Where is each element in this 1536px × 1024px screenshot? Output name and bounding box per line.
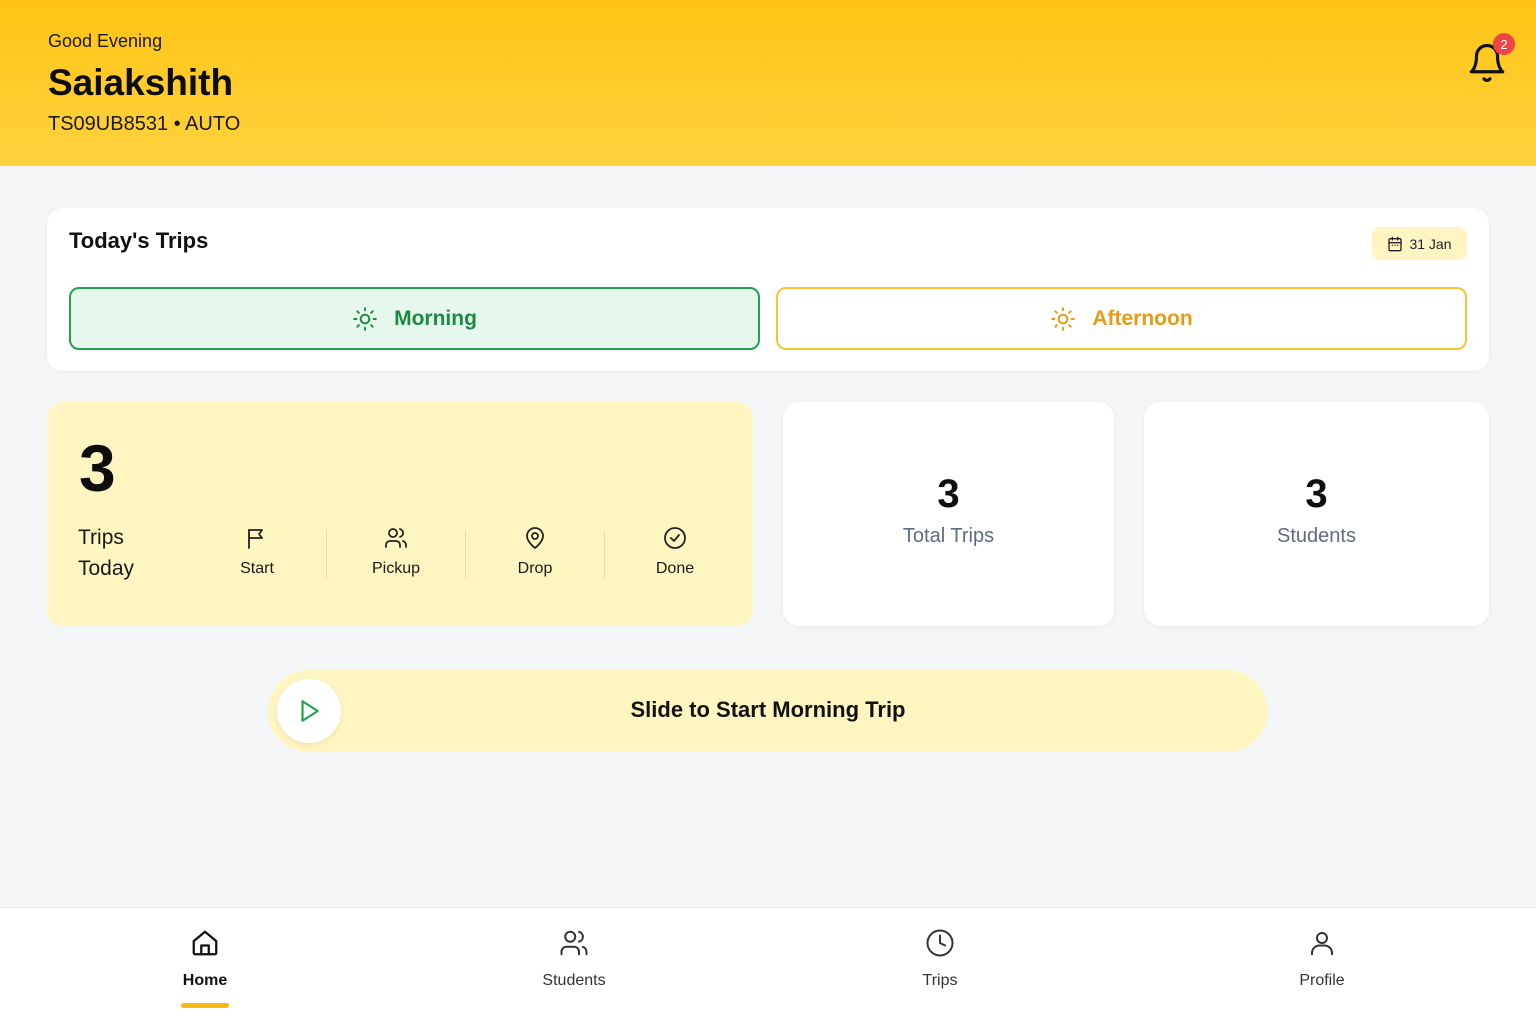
- nav-item-home[interactable]: Home: [135, 928, 275, 990]
- users-icon: [385, 528, 407, 548]
- trip-step-label: Start: [240, 560, 274, 577]
- nav-item-profile[interactable]: Profile: [1252, 928, 1392, 990]
- shift-tab-label: Morning: [394, 306, 477, 330]
- start-trip-slider[interactable]: Slide to Start Morning Trip: [268, 670, 1268, 752]
- driver-name: Saiakshith: [48, 62, 234, 103]
- step-divider: [465, 530, 466, 578]
- nav-label: Home: [182, 972, 228, 989]
- trips-today-count: 3: [79, 431, 116, 505]
- students-card: 3 Students: [1144, 402, 1489, 626]
- clock-icon: [926, 929, 954, 957]
- slider-label: Slide to Start Morning Trip: [630, 697, 906, 722]
- step-divider: [604, 530, 605, 578]
- trip-step-done: Done: [620, 526, 730, 578]
- shift-tab-afternoon[interactable]: Afternoon: [776, 287, 1467, 350]
- step-divider: [326, 530, 327, 578]
- nav-label: Profile: [1299, 972, 1345, 989]
- shift-tab-morning[interactable]: Morning: [69, 287, 760, 350]
- trip-step-label: Drop: [517, 560, 553, 577]
- vehicle-info: TS09UB8531 • AUTO: [48, 113, 241, 135]
- trips-label-line1: Trips: [78, 526, 124, 549]
- users-icon: [560, 930, 588, 956]
- trip-step-pickup: Pickup: [341, 526, 451, 578]
- greeting-text: Good Evening: [48, 31, 163, 51]
- active-tab-indicator: [181, 1003, 229, 1008]
- trip-step-label: Pickup: [371, 560, 421, 577]
- sun-icon: [1051, 306, 1076, 331]
- bottom-navigation: Home Students Trips Profile: [0, 907, 1536, 1024]
- home-icon: [192, 930, 218, 956]
- date-chip: 31 Jan: [1372, 227, 1467, 260]
- trip-step-label: Done: [655, 560, 695, 577]
- flag-icon: [248, 529, 263, 549]
- total-trips-value: 3: [937, 472, 960, 516]
- trips-today-label: Trips Today: [78, 522, 134, 584]
- total-trips-label: Total Trips: [902, 525, 995, 547]
- students-label: Students: [1277, 525, 1356, 547]
- trips-label-line2: Today: [78, 557, 135, 580]
- trips-today-summary: 3 Trips Today Start Pickup Drop Done: [47, 402, 753, 626]
- todays-trips-card: Today's Trips 31 Jan Morning Afternoon: [47, 208, 1489, 371]
- sun-icon: [353, 306, 377, 331]
- notification-badge: 2: [1493, 33, 1515, 55]
- nav-label: Students: [542, 972, 606, 989]
- date-label: 31 Jan: [1409, 235, 1452, 252]
- nav-item-trips[interactable]: Trips: [870, 928, 1010, 990]
- todays-trips-title: Today's Trips: [69, 228, 209, 253]
- shift-tab-label: Afternoon: [1092, 306, 1193, 330]
- trip-step-drop: Drop: [480, 526, 590, 578]
- check-circle-icon: [664, 527, 686, 549]
- trip-step-start: Start: [202, 526, 312, 578]
- map-pin-icon: [526, 527, 544, 549]
- calendar-icon: [1388, 236, 1403, 251]
- app-header: Good Evening Saiakshith TS09UB8531 • AUT…: [0, 0, 1536, 166]
- nav-item-students[interactable]: Students: [504, 928, 644, 990]
- user-icon: [1311, 932, 1333, 956]
- nav-label: Trips: [922, 972, 958, 989]
- students-value: 3: [1305, 472, 1328, 516]
- total-trips-card: 3 Total Trips: [783, 402, 1114, 626]
